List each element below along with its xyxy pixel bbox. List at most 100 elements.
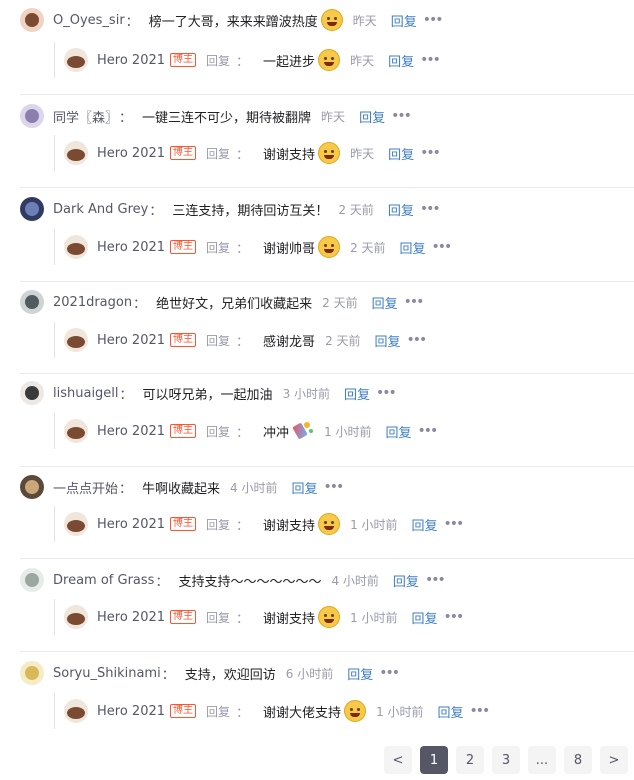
comment-username[interactable]: 2021dragon: [53, 295, 132, 310]
comment-username[interactable]: O_Oyes_sir: [53, 13, 125, 28]
avatar[interactable]: [20, 568, 44, 592]
reply-button[interactable]: 回复: [412, 608, 438, 627]
comment-colon: ：: [133, 296, 147, 312]
more-options-icon[interactable]: •••: [324, 479, 345, 495]
avatar-image: [67, 613, 85, 625]
author-avatar[interactable]: [64, 141, 88, 165]
reply-text: 谢谢支持: [263, 611, 316, 627]
author-badge: 博主: [170, 517, 197, 531]
comment-row: 同学〖森〗： 一键三连不可少，期待被翻牌 昨天 回复 •••: [20, 104, 412, 128]
author-badge: 博主: [170, 53, 197, 67]
comment-row: Dark And Grey： 三连支持，期待回访互关！ 2 天前 回复 •••: [20, 197, 441, 221]
more-options-icon[interactable]: •••: [423, 12, 444, 28]
reply-prefix: 回复: [206, 240, 231, 255]
author-badge: 博主: [170, 333, 197, 347]
avatar[interactable]: [20, 104, 44, 128]
comment-text: 绝世好文，兄弟们收藏起来: [156, 296, 313, 312]
avatar-image: [25, 109, 39, 123]
reply-username[interactable]: Hero 2021: [97, 704, 165, 719]
more-options-icon[interactable]: •••: [470, 703, 491, 719]
more-options-icon[interactable]: •••: [425, 572, 446, 588]
more-options-icon[interactable]: •••: [379, 665, 400, 681]
reply-colon: ：: [236, 518, 250, 534]
comment-username[interactable]: Dark And Grey: [53, 202, 148, 217]
reply-username[interactable]: Hero 2021: [97, 333, 165, 348]
reply-username[interactable]: Hero 2021: [97, 240, 165, 255]
author-avatar[interactable]: [64, 605, 88, 629]
next-page-button[interactable]: >: [600, 746, 628, 774]
reply-button[interactable]: 回复: [372, 293, 398, 312]
reply-text: 冲冲: [263, 425, 290, 441]
more-options-icon[interactable]: •••: [432, 239, 453, 255]
grin-face-icon: [318, 606, 341, 628]
more-options-icon[interactable]: •••: [418, 423, 439, 439]
avatar-image: [67, 336, 85, 348]
prev-page-button[interactable]: <: [384, 746, 412, 774]
more-options-icon[interactable]: •••: [420, 201, 441, 217]
more-options-icon[interactable]: •••: [391, 108, 412, 124]
reply-username[interactable]: Hero 2021: [97, 53, 165, 68]
comment-colon: ：: [149, 203, 163, 219]
reply-row: Hero 2021 博主 回复：冲冲 1 小时前 回复 •••: [64, 419, 439, 443]
reply-username[interactable]: Hero 2021: [97, 610, 165, 625]
reply-button[interactable]: 回复: [438, 702, 464, 721]
reply-username[interactable]: Hero 2021: [97, 517, 165, 532]
reply-button[interactable]: 回复: [391, 11, 417, 30]
reply-button[interactable]: 回复: [347, 664, 373, 683]
reply-button[interactable]: 回复: [393, 571, 419, 590]
comment-text: 可以呀兄弟，一起加油: [142, 387, 273, 403]
reply-button[interactable]: 回复: [344, 384, 370, 403]
reply-time: 2 天前: [350, 240, 386, 255]
avatar[interactable]: [20, 661, 44, 685]
more-options-icon[interactable]: •••: [444, 609, 465, 625]
avatar[interactable]: [20, 381, 44, 405]
comment-username[interactable]: 同学〖森〗: [53, 107, 118, 126]
more-options-icon[interactable]: •••: [407, 332, 428, 348]
page-button-1[interactable]: 1: [420, 746, 448, 774]
reply-button[interactable]: 回复: [388, 144, 414, 163]
reply-time: 昨天: [350, 146, 375, 161]
avatar-image: [67, 427, 85, 439]
comment-username[interactable]: Dream of Grass: [53, 573, 154, 588]
author-avatar[interactable]: [64, 419, 88, 443]
page-button-3[interactable]: 3: [492, 746, 520, 774]
comment-time: 6 小时前: [285, 666, 334, 681]
reply-button[interactable]: 回复: [375, 331, 401, 350]
more-options-icon[interactable]: •••: [404, 294, 425, 310]
page-ellipsis[interactable]: ...: [528, 746, 556, 774]
reply-username[interactable]: Hero 2021: [97, 146, 165, 161]
reply-button[interactable]: 回复: [359, 107, 385, 126]
reply-username[interactable]: Hero 2021: [97, 424, 165, 439]
reply-thread-line: [54, 693, 55, 729]
more-options-icon[interactable]: •••: [444, 516, 465, 532]
reply-button[interactable]: 回复: [388, 51, 414, 70]
avatar[interactable]: [20, 290, 44, 314]
more-options-icon[interactable]: •••: [376, 385, 397, 401]
reply-button[interactable]: 回复: [292, 478, 318, 497]
more-options-icon[interactable]: •••: [420, 145, 441, 161]
author-badge: 博主: [170, 704, 197, 718]
avatar[interactable]: [20, 197, 44, 221]
comment-username[interactable]: 一点点开始: [53, 478, 118, 497]
reply-row: Hero 2021 博主 回复：谢谢帅哥 2 天前 回复 •••: [64, 235, 453, 259]
reply-button[interactable]: 回复: [386, 422, 412, 441]
comment-username[interactable]: lishuaigell: [53, 386, 119, 401]
reply-thread-line: [54, 42, 55, 78]
author-avatar[interactable]: [64, 699, 88, 723]
reply-button[interactable]: 回复: [388, 200, 414, 219]
author-avatar[interactable]: [64, 48, 88, 72]
avatar[interactable]: [20, 475, 44, 499]
avatar[interactable]: [20, 8, 44, 32]
author-avatar[interactable]: [64, 235, 88, 259]
reply-colon: ：: [236, 147, 250, 163]
comment-colon: ：: [119, 110, 133, 126]
reply-button[interactable]: 回复: [412, 515, 438, 534]
comment-username[interactable]: Soryu_Shikinami: [53, 666, 161, 681]
page-button-8[interactable]: 8: [564, 746, 592, 774]
reply-button[interactable]: 回复: [400, 238, 426, 257]
page-button-2[interactable]: 2: [456, 746, 484, 774]
author-avatar[interactable]: [64, 512, 88, 536]
pleading-face-icon: [320, 9, 343, 31]
author-avatar[interactable]: [64, 328, 88, 352]
more-options-icon[interactable]: •••: [420, 52, 441, 68]
